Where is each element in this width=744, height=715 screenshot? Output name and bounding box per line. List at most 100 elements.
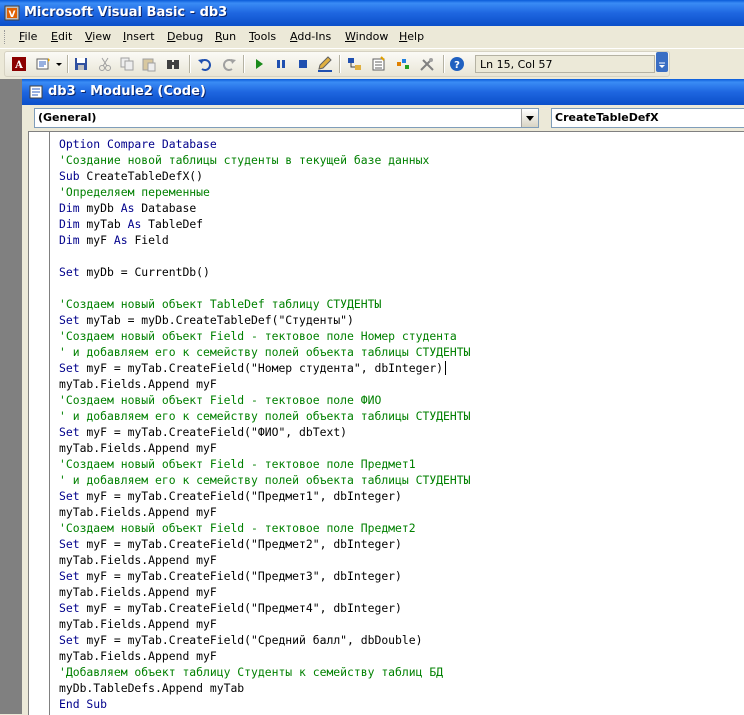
properties-icon[interactable]: [371, 56, 387, 72]
code-line[interactable]: Set myF = myTab.CreateField("Предмет4", …: [59, 600, 470, 616]
procedure-combo[interactable]: CreateTableDefX: [551, 108, 744, 128]
keyword-token: Set: [59, 361, 80, 375]
toolbar-options-chevron[interactable]: [656, 52, 668, 72]
comment-token: 'Создание новой таблицы студенты в текущ…: [59, 153, 430, 167]
code-line[interactable]: Set myF = myTab.CreateField("Предмет1", …: [59, 488, 470, 504]
code-line[interactable]: Dim myF As Field: [59, 232, 470, 248]
redo-icon[interactable]: [221, 56, 237, 72]
code-token: myTab.Fields.Append myF: [59, 441, 217, 455]
code-line[interactable]: Option Compare Database: [59, 136, 470, 152]
chevron-down-icon[interactable]: [55, 56, 63, 72]
code-editor[interactable]: Option Compare Database 'Создание новой т…: [28, 131, 744, 715]
code-line[interactable]: Dim myDb As Database: [59, 200, 470, 216]
code-line[interactable]: myTab.Fields.Append myF: [59, 616, 470, 632]
code-line[interactable]: myTab.Fields.Append myF: [59, 552, 470, 568]
code-line[interactable]: 'Создаем новый объект Field - тектовое п…: [59, 328, 470, 344]
procedure-combo-value: CreateTableDefX: [555, 111, 659, 124]
find-icon[interactable]: [165, 56, 181, 72]
save-icon[interactable]: [73, 56, 89, 72]
code-line[interactable]: myTab.Fields.Append myF: [59, 440, 470, 456]
undo-icon[interactable]: [197, 56, 213, 72]
object-combo-dropdown-button[interactable]: [521, 109, 538, 127]
menu-help[interactable]: Help: [398, 30, 425, 43]
keyword-token: Dim: [59, 201, 80, 215]
object-browser-icon[interactable]: [395, 56, 411, 72]
code-line[interactable]: myTab.Fields.Append myF: [59, 504, 470, 520]
copy-icon[interactable]: [119, 56, 135, 72]
code-token: myTab.Fields.Append myF: [59, 553, 217, 567]
svg-text:?: ?: [454, 60, 460, 71]
code-line[interactable]: 'Создаем новый объект Field - тектовое п…: [59, 456, 470, 472]
code-window-titlebar[interactable]: db3 - Module2 (Code): [22, 79, 744, 105]
code-line[interactable]: Set myF = myTab.CreateField("Предмет3", …: [59, 568, 470, 584]
code-line[interactable]: Sub CreateTableDefX(): [59, 168, 470, 184]
keyword-token: Set: [59, 489, 80, 503]
code-line[interactable]: myTab.Fields.Append myF: [59, 376, 470, 392]
menu-file[interactable]: File: [18, 30, 38, 43]
break-icon[interactable]: [273, 56, 289, 72]
code-line[interactable]: ' и добавляем его к семейству полей объе…: [59, 344, 470, 360]
code-line[interactable]: [59, 248, 470, 264]
keyword-token: As: [113, 233, 128, 247]
menu-add-ins[interactable]: Add-Ins: [289, 30, 332, 43]
code-window: db3 - Module2 (Code) (General) CreateTab…: [22, 79, 744, 715]
menu-view[interactable]: View: [84, 30, 112, 43]
margin-indicator-bar[interactable]: [29, 132, 50, 715]
comment-token: 'Создаем новый объект Field - тектовое п…: [59, 457, 416, 471]
code-line[interactable]: ' и добавляем его к семейству полей объе…: [59, 408, 470, 424]
app-titlebar[interactable]: V Microsoft Visual Basic - db3: [0, 0, 744, 26]
code-line[interactable]: myDb.TableDefs.Append myTab: [59, 680, 470, 696]
cut-icon[interactable]: [97, 56, 113, 72]
keyword-token: Option Compare Database: [59, 137, 217, 151]
code-token: Field: [127, 233, 169, 247]
project-explorer-icon[interactable]: [347, 56, 363, 72]
code-token: myDb = CurrentDb(): [79, 265, 210, 279]
code-token: myF = myTab.CreateField("Предмет4", dbIn…: [79, 601, 402, 615]
code-token: myF = myTab.CreateField("Номер студента"…: [79, 361, 444, 375]
code-line[interactable]: 'Создаем новый объект Field - тектовое п…: [59, 392, 470, 408]
menu-tools[interactable]: Tools: [248, 30, 277, 43]
help-icon[interactable]: ?: [449, 56, 465, 72]
code-line[interactable]: 'Добавляем объект таблицу Студенты к сем…: [59, 664, 470, 680]
object-combo[interactable]: (General): [34, 108, 539, 128]
code-line[interactable]: 'Создаем новый объект TableDef таблицу С…: [59, 296, 470, 312]
design-mode-icon[interactable]: [317, 56, 333, 72]
code-line[interactable]: Set myF = myTab.CreateField("Номер студе…: [59, 360, 470, 376]
menu-run[interactable]: Run: [214, 30, 237, 43]
code-line[interactable]: ' и добавляем его к семейству полей объе…: [59, 472, 470, 488]
menubar-grip[interactable]: [4, 30, 8, 44]
menu-edit[interactable]: Edit: [50, 30, 73, 43]
keyword-token: Set: [59, 569, 80, 583]
run-icon[interactable]: [251, 56, 267, 72]
keyword-token: Sub: [59, 169, 80, 183]
code-line[interactable]: Set myF = myTab.CreateField("ФИО", dbTex…: [59, 424, 470, 440]
text-caret: [445, 361, 447, 375]
comment-token: 'Добавляем объект таблицу Студенты к сем…: [59, 665, 444, 679]
code-line[interactable]: Set myF = myTab.CreateField("Предмет2", …: [59, 536, 470, 552]
code-line[interactable]: Set myF = myTab.CreateField("Средний бал…: [59, 632, 470, 648]
keyword-token: Set: [59, 265, 80, 279]
menu-window[interactable]: Window: [344, 30, 389, 43]
paste-icon[interactable]: [141, 56, 157, 72]
menu-insert[interactable]: Insert: [122, 30, 156, 43]
comment-token: ' и добавляем его к семейству полей объе…: [59, 473, 471, 487]
insert-module-icon[interactable]: [35, 56, 51, 72]
chevron-down-icon: [526, 116, 534, 121]
code-text[interactable]: Option Compare Database 'Создание новой т…: [59, 136, 470, 712]
module-icon: [29, 85, 43, 99]
access-icon[interactable]: A: [11, 56, 27, 72]
code-line[interactable]: Set myTab = myDb.CreateTableDef("Студент…: [59, 312, 470, 328]
code-line[interactable]: myTab.Fields.Append myF: [59, 584, 470, 600]
code-line[interactable]: 'Создаем новый объект Field - тектовое п…: [59, 520, 470, 536]
comment-token: 'Создаем новый объект TableDef таблицу С…: [59, 297, 382, 311]
code-line[interactable]: Set myDb = CurrentDb(): [59, 264, 470, 280]
code-line[interactable]: 'Создание новой таблицы студенты в текущ…: [59, 152, 470, 168]
code-line[interactable]: Dim myTab As TableDef: [59, 216, 470, 232]
menu-debug[interactable]: Debug: [166, 30, 204, 43]
reset-icon[interactable]: [295, 56, 311, 72]
toolbox-icon[interactable]: [419, 56, 435, 72]
code-line[interactable]: myTab.Fields.Append myF: [59, 648, 470, 664]
code-line[interactable]: [59, 280, 470, 296]
code-line[interactable]: 'Определяем переменные: [59, 184, 470, 200]
code-line[interactable]: End Sub: [59, 696, 470, 712]
